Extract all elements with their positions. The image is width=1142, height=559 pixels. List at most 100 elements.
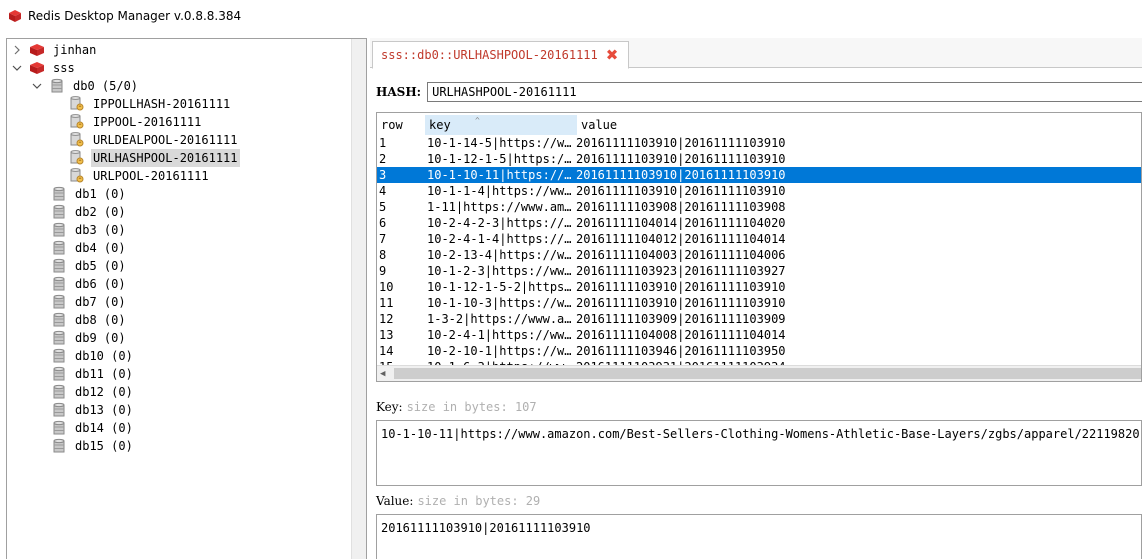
key-editor-label: Key: [376,400,403,414]
table-row[interactable]: 5 1-11|https://www.am… 20161111103908|2016… [377,199,1141,215]
table-row[interactable]: 8 10-2-13-4|https://w… 20161111104003|2016… [377,247,1141,263]
database-icon [51,204,67,220]
tree-db-item[interactable]: db3 (0) [51,221,128,239]
table-row[interactable]: 14 10-2-10-1|https://w… 20161111103946|201… [377,343,1141,359]
tree-key-item[interactable]: URLHASHPOOL-20161111 [69,149,240,167]
tree-connection-sss[interactable]: sss [11,59,77,77]
table-horizontal-scrollbar[interactable]: ◀ [377,365,1141,381]
chevron-right-icon[interactable] [11,44,23,56]
tree-connection-jinhan[interactable]: jinhan [11,41,98,59]
tree-db-item[interactable]: db15 (0) [51,437,135,455]
database-icon [51,402,67,418]
tree-item-label: db5 (0) [75,259,126,273]
tree-db-item[interactable]: db12 (0) [51,383,135,401]
database-icon [51,276,67,292]
tree-item-label: db0 (5/0) [73,79,139,93]
tab-label: sss::db0::URLHASHPOOL-20161111 [381,48,598,62]
table-row[interactable]: 10 10-1-12-1-5-2|https… 20161111103910|201… [377,279,1141,295]
cell-key: 1-3-2|https://www.a… [427,312,572,326]
key-viewer: sss::db0::URLHASHPOOL-20161111 ✖ HASH: U… [370,38,1142,559]
hash-key-name-field[interactable]: URLHASHPOOL-20161111 [427,82,1142,102]
table-row[interactable]: 1 10-1-14-5|https://w… 20161111103910|2016… [377,135,1141,151]
tree-db-item[interactable]: db10 (0) [51,347,135,365]
column-header-row[interactable]: row [377,115,425,135]
cell-row: 5 [379,200,387,214]
database-icon [49,78,65,94]
cell-value: 20161111103923|20161111103927 [576,264,786,278]
cell-row: 10 [379,280,394,294]
close-icon[interactable]: ✖ [606,47,619,63]
table-row[interactable]: 7 10-2-4-1-4|https://… 20161111104012|2016… [377,231,1141,247]
tree-db-item[interactable]: db14 (0) [51,419,135,437]
tree-key-item[interactable]: IPPOOL-20161111 [69,113,203,131]
tree-db-item[interactable]: db11 (0) [51,365,135,383]
cell-row: 2 [379,152,387,166]
tree-db-item[interactable]: db8 (0) [51,311,128,329]
hash-key-icon [69,150,85,166]
tree-db-db0[interactable]: db0 (5/0) [31,77,140,95]
tree-key-item[interactable]: URLDEALPOOL-20161111 [69,131,240,149]
value-size-hint: size in bytes: 29 [417,494,541,508]
column-header-value[interactable]: value [577,115,777,135]
cell-key: 10-2-4-1|https://ww… [427,328,572,342]
key-size-hint: size in bytes: 107 [406,400,537,414]
tree-item-label: db2 (0) [75,205,126,219]
scrollbar-thumb[interactable] [394,368,1141,379]
tree-scrollbar[interactable] [351,39,366,559]
table-row[interactable]: 4 10-1-1-4|https://ww… 20161111103910|2016… [377,183,1141,199]
connection-tree[interactable]: jinhan sss db0 (5/0) IPPOLLHASH-20161111 IPP… [6,38,367,559]
hash-key-icon [69,114,85,130]
tree-db-item[interactable]: db6 (0) [51,275,128,293]
hash-key-icon [69,168,85,184]
scroll-left-icon[interactable]: ◀ [380,369,385,379]
cell-key: 10-2-13-4|https://w… [427,248,572,262]
hash-key-icon [69,96,85,112]
table-row[interactable]: 3 10-1-10-11|https://… 20161111103910|2016… [377,167,1141,183]
cell-key: 10-1-10-11|https://… [427,168,572,182]
chevron-down-icon[interactable] [31,80,43,92]
redis-server-icon [29,60,45,76]
database-icon [51,258,67,274]
table-row[interactable]: 9 10-1-2-3|https://ww… 20161111103923|2016… [377,263,1141,279]
column-header-key[interactable]: ^ key [425,115,577,135]
table-row[interactable]: 12 1-3-2|https://www.a… 20161111103909|201… [377,311,1141,327]
tree-item-label: db15 (0) [75,439,133,453]
cell-key: 10-1-12-1-5|https:/… [427,152,572,166]
cell-value: 20161111103910|20161111103910 [576,136,786,150]
tree-db-item[interactable]: db2 (0) [51,203,128,221]
tree-item-label: URLDEALPOOL-20161111 [93,133,238,147]
tree-db-item[interactable]: db13 (0) [51,401,135,419]
cell-value: 20161111103910|20161111103910 [576,296,786,310]
tree-db-item[interactable]: db7 (0) [51,293,128,311]
hash-key-icon [69,132,85,148]
cell-key: 10-1-10-3|https://w… [427,296,572,310]
cell-value: 20161111103910|20161111103910 [576,168,786,182]
chevron-down-icon[interactable] [11,62,23,74]
tree-item-label: db10 (0) [75,349,133,363]
redis-server-icon [29,42,45,58]
cell-row: 8 [379,248,387,262]
key-editor-label-row: Key: size in bytes: 107 [376,400,537,414]
tree-db-item[interactable]: db1 (0) [51,185,128,203]
cell-key: 10-2-4-1-4|https://… [427,232,572,246]
tree-key-item[interactable]: URLPOOL-20161111 [69,167,211,185]
tree-item-label: db7 (0) [75,295,126,309]
tab-urlhashpool[interactable]: sss::db0::URLHASHPOOL-20161111 ✖ [372,41,630,69]
database-icon [51,294,67,310]
database-icon [51,240,67,256]
tree-item-label: db4 (0) [75,241,126,255]
table-row[interactable]: 2 10-1-12-1-5|https:/… 20161111103910|2016… [377,151,1141,167]
table-row[interactable]: 6 10-2-4-2-3|https://… 20161111104014|2016… [377,215,1141,231]
table-row[interactable]: 11 10-1-10-3|https://w… 20161111103910|201… [377,295,1141,311]
tree-db-item[interactable]: db4 (0) [51,239,128,257]
cell-value: 20161111104014|20161111104020 [576,216,786,230]
hash-table[interactable]: row ^ key value 1 10-1-14-5|https://w… 201… [376,112,1142,382]
table-row[interactable]: 13 10-2-4-1|https://ww… 20161111104008|201… [377,327,1141,343]
key-editor-field[interactable]: 10-1-10-11|https://www.amazon.com/Best-S… [376,420,1142,486]
window-title: Redis Desktop Manager v.0.8.8.384 [28,9,242,23]
value-editor-field[interactable]: 20161111103910|20161111103910 [376,514,1142,559]
tree-db-item[interactable]: db5 (0) [51,257,128,275]
tree-db-item[interactable]: db9 (0) [51,329,128,347]
cell-value: 20161111103910|20161111103910 [576,280,786,294]
tree-key-item[interactable]: IPPOLLHASH-20161111 [69,95,232,113]
